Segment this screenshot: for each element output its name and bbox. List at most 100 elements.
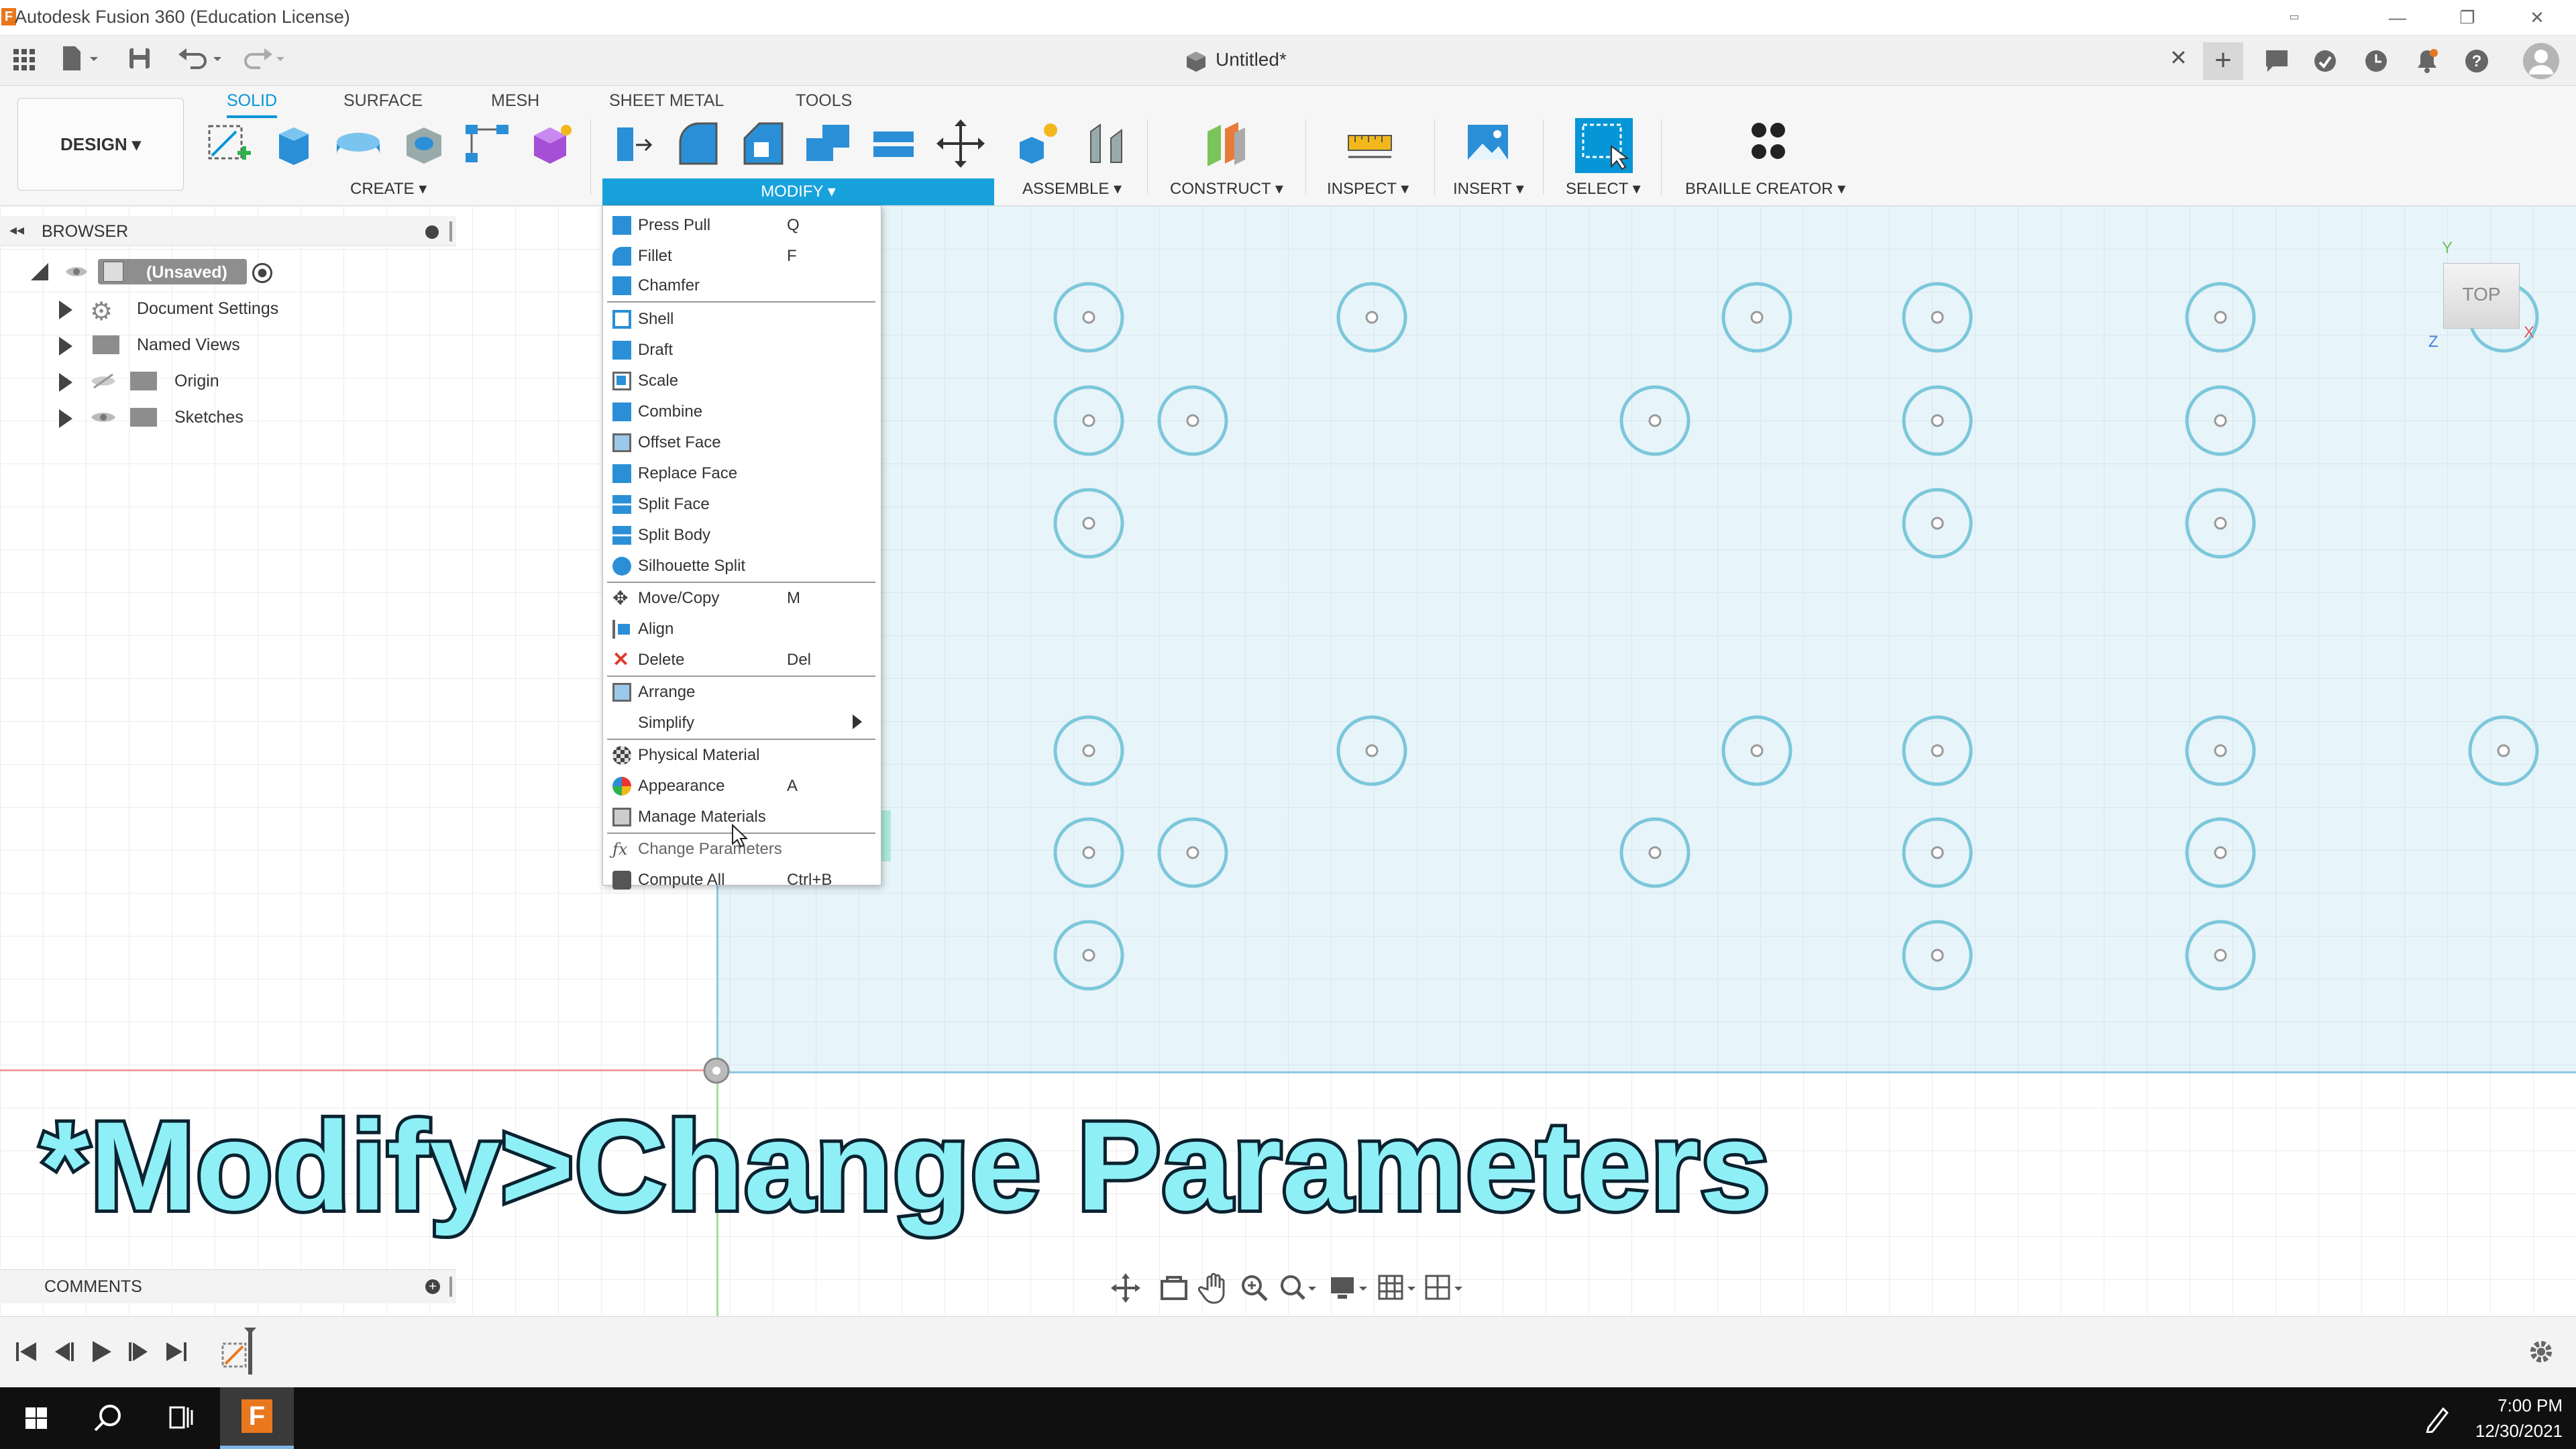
- close-button[interactable]: ✕: [2517, 3, 2557, 32]
- browser-pin-icon[interactable]: [449, 221, 452, 241]
- menu-item-appearance[interactable]: Appearance A: [603, 771, 881, 800]
- visibility-eye-icon[interactable]: [90, 408, 117, 427]
- revolve-icon[interactable]: [333, 118, 384, 169]
- expand-arrow-icon[interactable]: [59, 409, 72, 428]
- browser-item-sketches[interactable]: Sketches: [56, 404, 392, 439]
- restore-small-icon[interactable]: ▭: [2274, 3, 2314, 32]
- browser-minimize-icon[interactable]: [425, 225, 439, 239]
- menu-item-chamfer[interactable]: Chamfer: [603, 270, 881, 300]
- activate-radio-icon[interactable]: [252, 263, 272, 283]
- search-icon[interactable]: [75, 1387, 142, 1449]
- move-copy-icon[interactable]: [935, 118, 986, 169]
- menu-item-draft[interactable]: Draft: [603, 335, 881, 364]
- document-tab[interactable]: Untitled* ✕: [1167, 36, 2200, 85]
- menu-item-simplify[interactable]: Simplify: [603, 708, 881, 737]
- chamfer-icon[interactable]: [738, 118, 789, 169]
- tab-mesh[interactable]: MESH: [491, 86, 539, 115]
- create-group-label[interactable]: CREATE ▾: [350, 178, 427, 200]
- insert-image-icon[interactable]: [1462, 118, 1513, 169]
- taskbar-date[interactable]: 12/30/2021: [2455, 1421, 2563, 1442]
- step-back-icon[interactable]: [51, 1338, 78, 1365]
- menu-item-split-face[interactable]: Split Face: [603, 489, 881, 519]
- timeline-sketch-feature-icon[interactable]: [219, 1326, 259, 1377]
- timeline-settings-gear-icon[interactable]: [2526, 1337, 2556, 1366]
- create-sketch-icon[interactable]: [203, 118, 254, 169]
- menu-item-compute-all[interactable]: Compute All Ctrl+B: [603, 865, 881, 894]
- viewports-icon[interactable]: [1424, 1272, 1464, 1304]
- select-group-label[interactable]: SELECT ▾: [1566, 178, 1641, 200]
- grid-settings-icon[interactable]: [1377, 1272, 1417, 1304]
- clock-icon[interactable]: [2363, 48, 2390, 74]
- menu-item-physical-material[interactable]: Physical Material: [603, 740, 881, 769]
- user-avatar-icon[interactable]: [2522, 42, 2560, 80]
- insert-group-label[interactable]: INSERT ▾: [1453, 178, 1524, 200]
- close-tab-icon[interactable]: ✕: [2169, 45, 2188, 70]
- comments-pin-icon[interactable]: [449, 1277, 452, 1297]
- tab-surface[interactable]: SURFACE: [343, 86, 423, 115]
- menu-item-move-copy[interactable]: ✥ Move/Copy M: [603, 583, 881, 612]
- hidden-eye-icon[interactable]: [90, 372, 117, 390]
- menu-item-delete[interactable]: ✕ Delete Del: [603, 645, 881, 674]
- fusion-taskbar-button[interactable]: F: [220, 1387, 294, 1449]
- notification-bell-icon[interactable]: [2414, 48, 2440, 74]
- assemble-group-label[interactable]: ASSEMBLE ▾: [1022, 178, 1122, 200]
- job-status-icon[interactable]: [2312, 48, 2339, 74]
- inspect-group-label[interactable]: INSPECT ▾: [1327, 178, 1409, 200]
- menu-item-press-pull[interactable]: Press Pull Q: [603, 210, 881, 239]
- hole-icon[interactable]: [398, 118, 449, 169]
- windows-start-icon[interactable]: [3, 1387, 70, 1449]
- minimize-button[interactable]: —: [2377, 3, 2418, 32]
- pan-hand-icon[interactable]: [1198, 1272, 1230, 1304]
- browser-item-named-views[interactable]: Named Views: [56, 331, 392, 366]
- visibility-eye-icon[interactable]: [64, 263, 89, 280]
- undo-icon[interactable]: [177, 45, 225, 72]
- step-forward-icon[interactable]: [125, 1338, 152, 1365]
- maximize-button[interactable]: ❐: [2447, 3, 2487, 32]
- construct-group-label[interactable]: CONSTRUCT ▾: [1170, 178, 1283, 200]
- play-icon[interactable]: [87, 1338, 114, 1365]
- new-tab-button[interactable]: +: [2203, 42, 2243, 80]
- tab-tools[interactable]: TOOLS: [796, 86, 852, 115]
- tab-solid[interactable]: SOLID: [227, 86, 278, 118]
- new-component-icon[interactable]: [1014, 118, 1065, 169]
- root-component[interactable]: (Unsaved): [98, 259, 247, 284]
- fillet-icon[interactable]: [674, 118, 724, 169]
- grid-menu-icon[interactable]: [12, 48, 36, 72]
- joint-icon[interactable]: [1081, 118, 1132, 169]
- collapse-root-icon[interactable]: [31, 263, 48, 280]
- modify-dropdown-button[interactable]: MODIFY ▾: [602, 178, 994, 205]
- browser-item-origin[interactable]: Origin: [56, 368, 392, 402]
- go-to-start-icon[interactable]: [13, 1338, 40, 1365]
- taskbar-time[interactable]: 7:00 PM: [2482, 1395, 2563, 1416]
- go-to-end-icon[interactable]: [162, 1338, 189, 1365]
- add-comment-icon[interactable]: +: [425, 1279, 440, 1294]
- expand-arrow-icon[interactable]: [59, 301, 72, 319]
- menu-item-arrange[interactable]: Arrange: [603, 677, 881, 706]
- braille-dots-sketch[interactable]: [716, 206, 2576, 1071]
- offset-plane-icon[interactable]: [1201, 118, 1252, 169]
- combine-icon[interactable]: [802, 118, 853, 169]
- expand-arrow-icon[interactable]: [59, 373, 72, 392]
- extrude-icon[interactable]: [268, 118, 319, 169]
- braille-creator-group-label[interactable]: BRAILLE CREATOR ▾: [1685, 178, 1845, 200]
- menu-item-align[interactable]: Align: [603, 614, 881, 643]
- menu-item-scale[interactable]: Scale: [603, 366, 881, 395]
- task-view-icon[interactable]: [148, 1387, 215, 1449]
- braille-creator-icon[interactable]: [1743, 118, 1794, 169]
- pattern-icon[interactable]: [463, 118, 514, 169]
- comment-icon[interactable]: [2263, 48, 2290, 74]
- view-cube[interactable]: TOP: [2443, 263, 2520, 329]
- menu-item-shell[interactable]: Shell: [603, 304, 881, 333]
- orbit-icon[interactable]: [1110, 1272, 1142, 1304]
- menu-item-replace-face[interactable]: Replace Face: [603, 458, 881, 488]
- file-icon[interactable]: [60, 45, 101, 72]
- press-pull-icon[interactable]: [609, 118, 660, 169]
- workspace-switcher-button[interactable]: DESIGN ▾: [17, 98, 184, 191]
- tab-sheet-metal[interactable]: SHEET METAL: [609, 86, 724, 115]
- menu-item-silhouette-split[interactable]: Silhouette Split: [603, 551, 881, 580]
- help-icon[interactable]: ?: [2463, 48, 2490, 74]
- collapse-browser-icon[interactable]: ◂◂: [9, 221, 24, 239]
- expand-arrow-icon[interactable]: [59, 337, 72, 356]
- display-settings-icon[interactable]: [1328, 1272, 1368, 1304]
- look-at-icon[interactable]: [1158, 1272, 1190, 1304]
